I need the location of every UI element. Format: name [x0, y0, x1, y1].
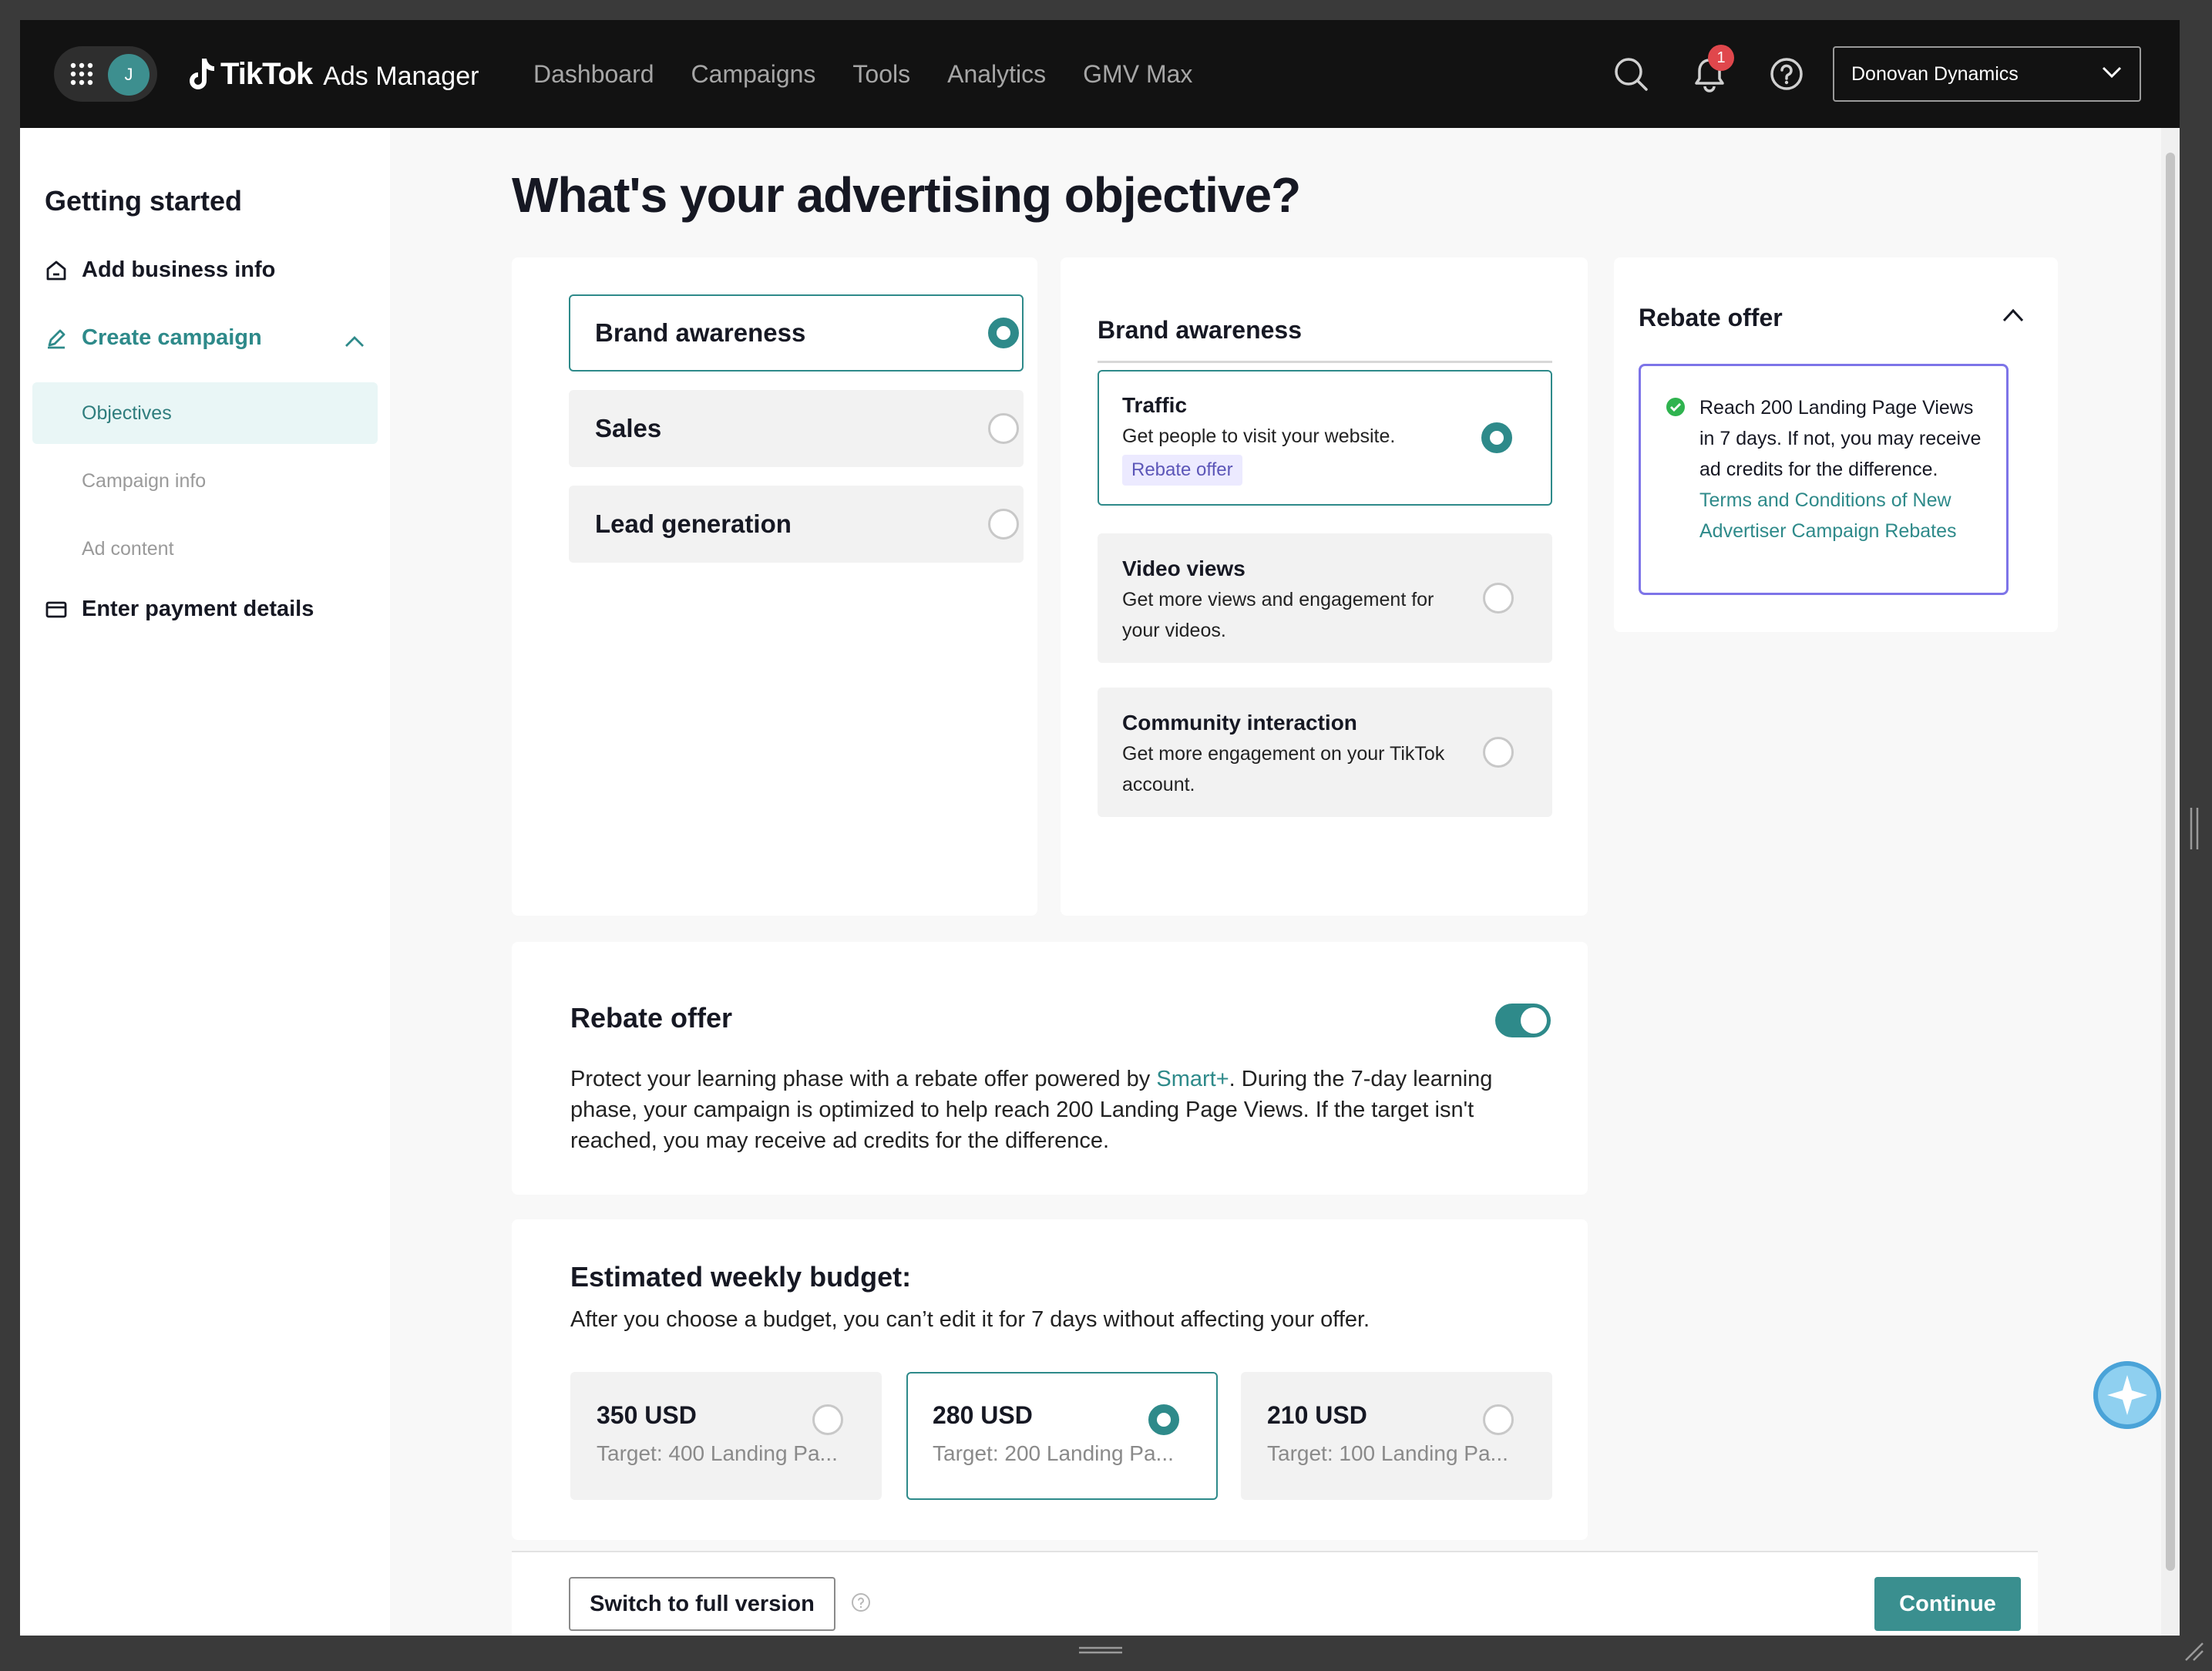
goal-desc: Get more engagement on your TikTok accou… — [1122, 743, 1445, 795]
search-icon[interactable] — [1612, 55, 1649, 92]
help-icon[interactable] — [1768, 55, 1805, 92]
check-circle-icon — [1666, 398, 1685, 416]
goal-option-video-views[interactable]: Video views Get more views and engagemen… — [1098, 533, 1552, 663]
rebate-offer-box: Reach 200 Landing Page Views in 7 days. … — [1639, 364, 2009, 595]
budget-option-210[interactable]: 210 USD Target: 100 Landing Pa... — [1241, 1372, 1552, 1500]
goal-option-traffic[interactable]: Traffic Get people to visit your website… — [1098, 370, 1552, 506]
goals-divider — [1098, 361, 1552, 363]
tiktok-note-icon — [190, 59, 214, 89]
sidebar: Getting started Add business info Create… — [20, 128, 390, 1636]
nav-campaigns[interactable]: Campaigns — [691, 51, 816, 97]
nav-gmv-max[interactable]: GMV Max — [1083, 51, 1192, 97]
rebate-text-part: Protect your learning phase with a rebat… — [570, 1067, 1157, 1091]
chevron-down-icon — [2102, 66, 2122, 79]
goal-title: Traffic — [1122, 393, 1188, 417]
sidebar-item-label: Enter payment details — [82, 597, 314, 621]
credit-card-icon — [45, 601, 67, 617]
product-name: Ads Manager — [323, 61, 479, 91]
objective-sales[interactable]: Sales — [569, 390, 1024, 467]
objective-label: Lead generation — [595, 509, 792, 538]
notification-badge: 1 — [1708, 45, 1734, 71]
rebate-section-title: Rebate offer — [570, 1002, 733, 1034]
budget-radio[interactable] — [1148, 1404, 1179, 1435]
scrollbar[interactable] — [2161, 128, 2180, 1636]
sidebar-item-add-business[interactable]: Add business info — [45, 257, 275, 283]
page-title: What's your advertising objective? — [512, 167, 1301, 223]
rebate-section-text: Protect your learning phase with a rebat… — [570, 1064, 1549, 1156]
chevron-up-icon[interactable] — [2001, 307, 2025, 324]
app-window: J TikTok Ads Manager Dashboard Campaigns… — [20, 20, 2180, 1636]
goal-title: Video views — [1122, 556, 1246, 580]
home-icon — [46, 261, 66, 280]
switch-full-version-button[interactable]: Switch to full version — [569, 1577, 835, 1631]
top-nav: J TikTok Ads Manager Dashboard Campaigns… — [20, 20, 2180, 128]
rebate-side-title: Rebate offer — [1639, 304, 1783, 331]
budget-radio[interactable] — [812, 1404, 843, 1435]
rebate-terms-link[interactable]: Terms and Conditions of New Advertiser C… — [1699, 485, 1985, 546]
resize-grip-icon[interactable] — [2183, 1640, 2204, 1662]
side-resize-handle-icon[interactable] — [2189, 808, 2200, 849]
rebate-side-text: Reach 200 Landing Page Views in 7 days. … — [1699, 397, 1982, 480]
resize-handle-icon[interactable] — [1079, 1646, 1122, 1654]
budget-option-350[interactable]: 350 USD Target: 400 Landing Pa... — [570, 1372, 882, 1500]
objective-radio[interactable] — [988, 318, 1019, 348]
sidebar-item-create-campaign[interactable]: Create campaign — [45, 325, 262, 351]
sidebar-item-label: Add business info — [82, 257, 276, 282]
main-nav: Dashboard Campaigns Tools Analytics GMV … — [533, 51, 1192, 97]
goal-desc: Get people to visit your website. — [1122, 425, 1396, 447]
sidebar-item-campaign-info[interactable]: Campaign info — [32, 450, 378, 512]
budget-title: Estimated weekly budget: — [570, 1261, 912, 1293]
app-switcher[interactable]: J — [54, 46, 157, 102]
pencil-icon — [48, 329, 66, 348]
objective-radio[interactable] — [988, 413, 1019, 444]
objective-brand-awareness[interactable]: Brand awareness — [569, 294, 1024, 372]
budget-option-280[interactable]: 280 USD Target: 200 Landing Pa... — [906, 1372, 1218, 1500]
budget-target: Target: 200 Landing Pa... — [933, 1441, 1174, 1465]
account-selector[interactable]: Donovan Dynamics — [1833, 46, 2141, 102]
grid-menu-icon[interactable] — [69, 62, 94, 86]
account-name: Donovan Dynamics — [1851, 63, 2019, 85]
sidebar-item-ad-content[interactable]: Ad content — [32, 518, 378, 580]
goal-radio[interactable] — [1481, 422, 1512, 453]
sparkle-assistant-icon[interactable] — [2093, 1361, 2161, 1429]
help-icon[interactable] — [851, 1592, 871, 1612]
goal-radio[interactable] — [1483, 737, 1514, 768]
tiktok-logo[interactable]: TikTok Ads Manager — [188, 52, 479, 96]
rebate-tag: Rebate offer — [1122, 455, 1242, 486]
goals-heading: Brand awareness — [1098, 316, 1303, 344]
sidebar-item-label: Create campaign — [82, 325, 262, 350]
scrollbar-thumb[interactable] — [2166, 153, 2175, 1571]
goal-option-community-interaction[interactable]: Community interaction Get more engagemen… — [1098, 688, 1552, 817]
goal-title: Community interaction — [1122, 711, 1357, 735]
sidebar-item-objectives[interactable]: Objectives — [32, 382, 378, 444]
nav-analytics[interactable]: Analytics — [947, 51, 1046, 97]
objective-label: Brand awareness — [595, 318, 806, 347]
continue-button[interactable]: Continue — [1874, 1577, 2021, 1631]
budget-radio[interactable] — [1483, 1404, 1514, 1435]
budget-target: Target: 400 Landing Pa... — [597, 1441, 838, 1465]
chevron-up-icon[interactable] — [344, 335, 365, 348]
goal-radio[interactable] — [1483, 583, 1514, 614]
brand-name: TikTok — [220, 56, 313, 91]
budget-subtitle: After you choose a budget, you can’t edi… — [570, 1307, 1370, 1332]
nav-dashboard[interactable]: Dashboard — [533, 51, 654, 97]
goal-desc: Get more views and engagement for your v… — [1122, 589, 1434, 641]
rebate-toggle[interactable] — [1495, 1004, 1551, 1037]
objective-label: Sales — [595, 414, 662, 442]
avatar[interactable]: J — [108, 54, 150, 96]
sidebar-item-payment[interactable]: Enter payment details — [45, 597, 314, 622]
budget-target: Target: 100 Landing Pa... — [1267, 1441, 1508, 1465]
smart-plus-link[interactable]: Smart+ — [1156, 1067, 1229, 1091]
objective-lead-generation[interactable]: Lead generation — [569, 486, 1024, 563]
nav-tools[interactable]: Tools — [852, 51, 910, 97]
sidebar-title: Getting started — [45, 185, 243, 217]
objective-radio[interactable] — [988, 509, 1019, 540]
